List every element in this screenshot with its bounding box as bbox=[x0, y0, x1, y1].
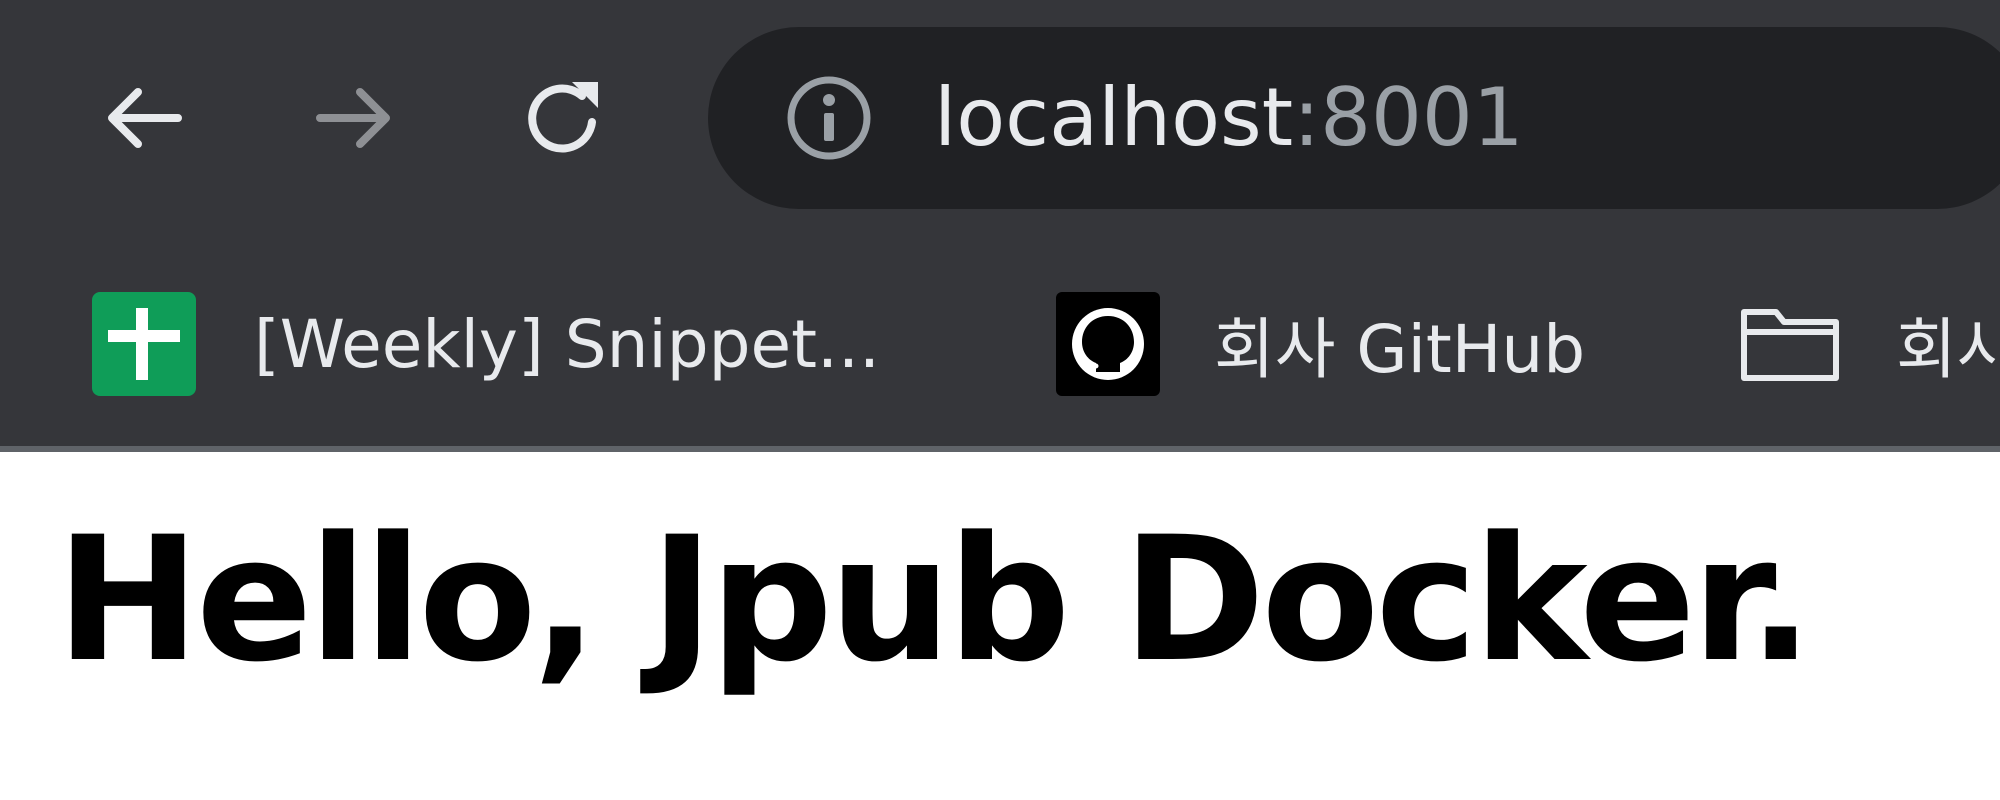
bookmark-label: 회사 GitHub bbox=[1214, 311, 1586, 388]
page-heading: Hello, Jpub Docker. bbox=[56, 499, 1813, 700]
url-text[interactable]: localhost:8001 bbox=[934, 27, 1524, 209]
browser-window: localhost:8001 [Weekly] Snippet... 회사 Gi… bbox=[0, 0, 2000, 800]
browser-toolbar: localhost:8001 bbox=[0, 0, 2000, 238]
bookmark-label: [Weekly] Snippet... bbox=[254, 305, 880, 383]
bookmarks-bar: [Weekly] Snippet... 회사 GitHub 회사 bbox=[0, 238, 2000, 450]
url-port: :8001 bbox=[1293, 71, 1524, 164]
arrow-right-icon bbox=[316, 88, 390, 148]
url-host: localhost bbox=[934, 71, 1294, 164]
arrow-left-icon bbox=[108, 88, 182, 148]
page-content: Hello, Jpub Docker. bbox=[0, 452, 2000, 800]
reload-icon bbox=[528, 82, 598, 153]
google-sheets-icon bbox=[92, 292, 196, 396]
bookmark-company-github[interactable]: 회사 GitHub bbox=[1056, 238, 1585, 450]
forward-button[interactable] bbox=[308, 72, 400, 164]
github-icon bbox=[1056, 292, 1160, 396]
back-button[interactable] bbox=[98, 72, 190, 164]
folder-icon bbox=[1741, 309, 1839, 381]
reload-button[interactable] bbox=[518, 72, 610, 164]
bookmark-weekly-snippet[interactable]: [Weekly] Snippet... bbox=[92, 238, 880, 450]
address-bar[interactable]: localhost:8001 bbox=[708, 27, 2000, 209]
bookmark-company-folder[interactable]: 회사 bbox=[1738, 238, 2000, 450]
info-icon[interactable] bbox=[784, 73, 874, 163]
bookmark-label: 회사 bbox=[1896, 311, 2000, 388]
